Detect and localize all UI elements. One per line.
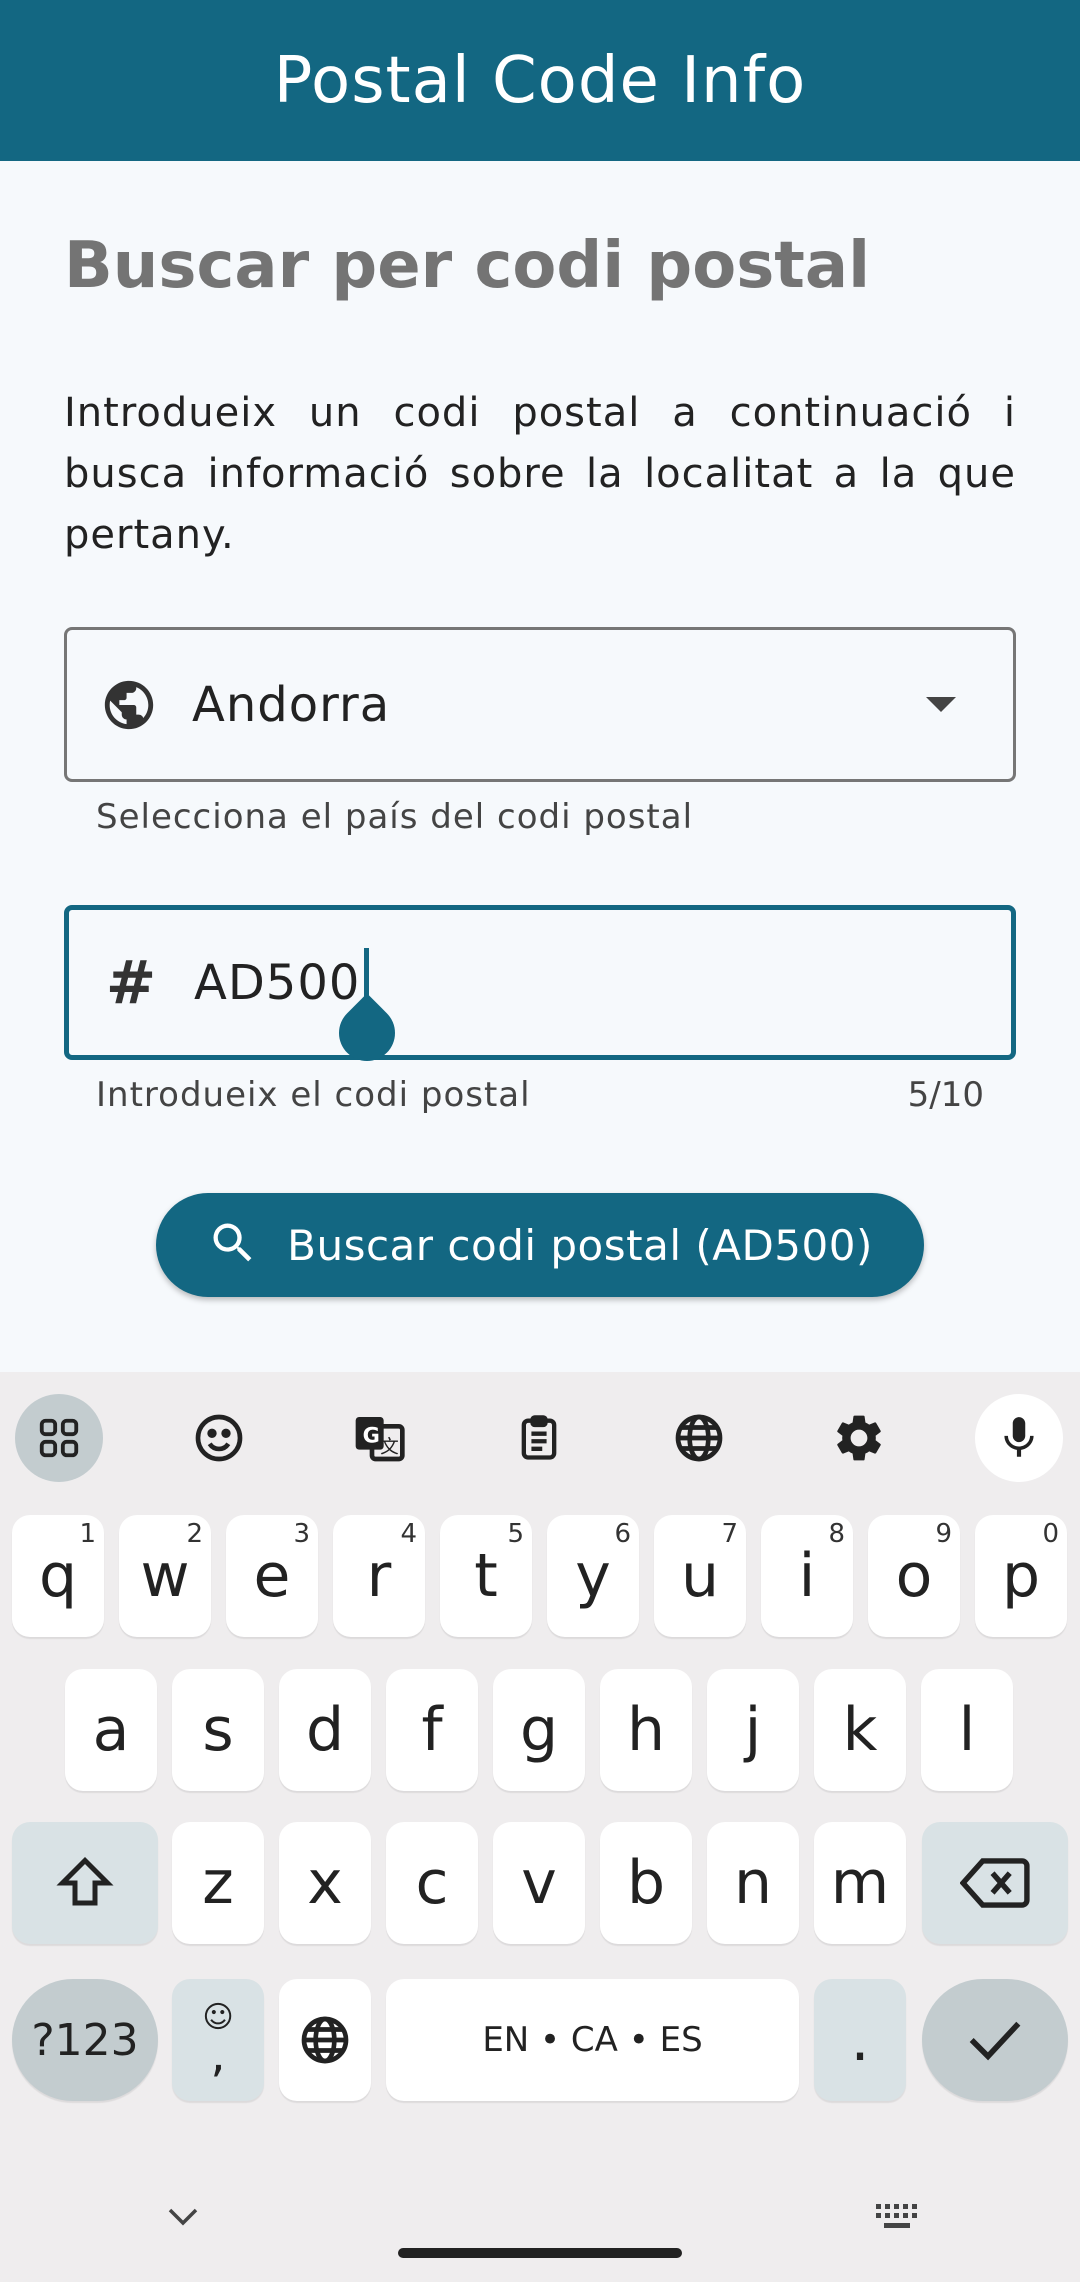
search-button-label: Buscar codi postal (AD500): [287, 1220, 873, 1270]
key-hint: 8: [828, 1519, 845, 1549]
key-k[interactable]: k: [814, 1669, 906, 1791]
backspace-icon: [960, 1858, 1030, 1908]
key-hint: 1: [79, 1519, 96, 1549]
key-g[interactable]: g: [493, 1669, 585, 1791]
key-label: u: [680, 1541, 720, 1611]
apps-icon[interactable]: [15, 1394, 103, 1482]
key-label: y: [575, 1541, 611, 1611]
globe-icon: [301, 2016, 349, 2064]
translate-icon[interactable]: G文: [335, 1394, 423, 1482]
hash-icon: #: [105, 947, 157, 1018]
key-label: q: [38, 1541, 78, 1611]
key-hint: 4: [400, 1519, 417, 1549]
navigation-bar: [0, 2172, 1080, 2282]
key-l[interactable]: l: [921, 1669, 1013, 1791]
key-z[interactable]: z: [172, 1822, 264, 1944]
space-key[interactable]: EN • CA • ES: [386, 1979, 799, 2101]
key-p[interactable]: p0: [975, 1515, 1067, 1637]
checkmark-icon: [969, 2021, 1021, 2061]
key-s[interactable]: s: [172, 1669, 264, 1791]
key-w[interactable]: w2: [119, 1515, 211, 1637]
svg-text:G: G: [363, 1424, 380, 1448]
key-d[interactable]: d: [279, 1669, 371, 1791]
key-label: t: [474, 1541, 498, 1611]
key-n[interactable]: n: [707, 1822, 799, 1944]
postal-code-helper-text: Introdueix el codi postal: [96, 1075, 531, 1115]
key-label: r: [366, 1541, 392, 1611]
key-hint: 2: [186, 1519, 203, 1549]
key-hint: 3: [293, 1519, 310, 1549]
character-counter: 5/10: [907, 1075, 984, 1115]
key-a[interactable]: a: [65, 1669, 157, 1791]
key-label: o: [895, 1541, 933, 1611]
postal-code-value: AD500: [194, 954, 361, 1011]
globe-icon[interactable]: [655, 1394, 743, 1482]
app-title: Postal Code Info: [273, 43, 807, 118]
app-bar: Postal Code Info: [0, 0, 1080, 161]
backspace-key[interactable]: [922, 1822, 1068, 1944]
key-hint: 7: [721, 1519, 738, 1549]
dropdown-arrow-icon[interactable]: [921, 685, 961, 725]
period-key[interactable]: .: [814, 1979, 906, 2101]
key-label: w: [140, 1541, 190, 1611]
shift-icon: [56, 1856, 114, 1906]
globe-icon: [99, 675, 159, 735]
key-i[interactable]: i8: [761, 1515, 853, 1637]
mic-icon[interactable]: [975, 1394, 1063, 1482]
emoji-comma-key[interactable]: ☺ ,: [172, 1979, 264, 2101]
key-e[interactable]: e3: [226, 1515, 318, 1637]
country-value: Andorra: [192, 676, 391, 733]
key-hint: 0: [1042, 1519, 1059, 1549]
key-b[interactable]: b: [600, 1822, 692, 1944]
key-m[interactable]: m: [814, 1822, 906, 1944]
postal-code-input[interactable]: # AD500: [64, 905, 1016, 1073]
comma-label: ,: [210, 2027, 226, 2083]
page-heading: Buscar per codi postal: [64, 229, 870, 303]
key-o[interactable]: o9: [868, 1515, 960, 1637]
key-u[interactable]: u7: [654, 1515, 746, 1637]
home-gesture-bar[interactable]: [398, 2248, 682, 2258]
key-hint: 9: [935, 1519, 952, 1549]
key-label: p: [1001, 1541, 1041, 1611]
svg-text:文: 文: [380, 1437, 399, 1458]
symbols-key[interactable]: ?123: [12, 1979, 158, 2101]
key-j[interactable]: j: [707, 1669, 799, 1791]
language-key[interactable]: [279, 1979, 371, 2101]
settings-icon[interactable]: [815, 1394, 903, 1482]
search-icon: [207, 1217, 259, 1273]
key-h[interactable]: h: [600, 1669, 692, 1791]
key-y[interactable]: y6: [547, 1515, 639, 1637]
key-hint: 5: [507, 1519, 524, 1549]
chevron-down-icon[interactable]: [166, 2206, 200, 2232]
enter-key[interactable]: [922, 1979, 1068, 2101]
search-postal-code-button[interactable]: Buscar codi postal (AD500): [156, 1193, 924, 1297]
shift-key[interactable]: [12, 1822, 158, 1944]
key-hint: 6: [614, 1519, 631, 1549]
intro-text: Introdueix un codi postal a continuació …: [64, 390, 1016, 558]
soft-keyboard: G文 q1w2e3r4t5y6u7i8o9p0 asdfghjkl zxcvbn…: [0, 1372, 1080, 2282]
key-r[interactable]: r4: [333, 1515, 425, 1637]
clipboard-icon[interactable]: [495, 1394, 583, 1482]
key-c[interactable]: c: [386, 1822, 478, 1944]
key-label: i: [798, 1541, 816, 1611]
key-q[interactable]: q1: [12, 1515, 104, 1637]
country-helper-text: Selecciona el país del codi postal: [96, 797, 694, 837]
keyboard-icon[interactable]: [874, 2202, 920, 2236]
key-x[interactable]: x: [279, 1822, 371, 1944]
key-t[interactable]: t5: [440, 1515, 532, 1637]
country-select[interactable]: Andorra: [64, 627, 1016, 782]
key-label: e: [253, 1541, 291, 1611]
keyboard-toolbar: G文: [0, 1372, 1080, 1502]
emoji-icon[interactable]: [175, 1394, 263, 1482]
key-f[interactable]: f: [386, 1669, 478, 1791]
key-v[interactable]: v: [493, 1822, 585, 1944]
